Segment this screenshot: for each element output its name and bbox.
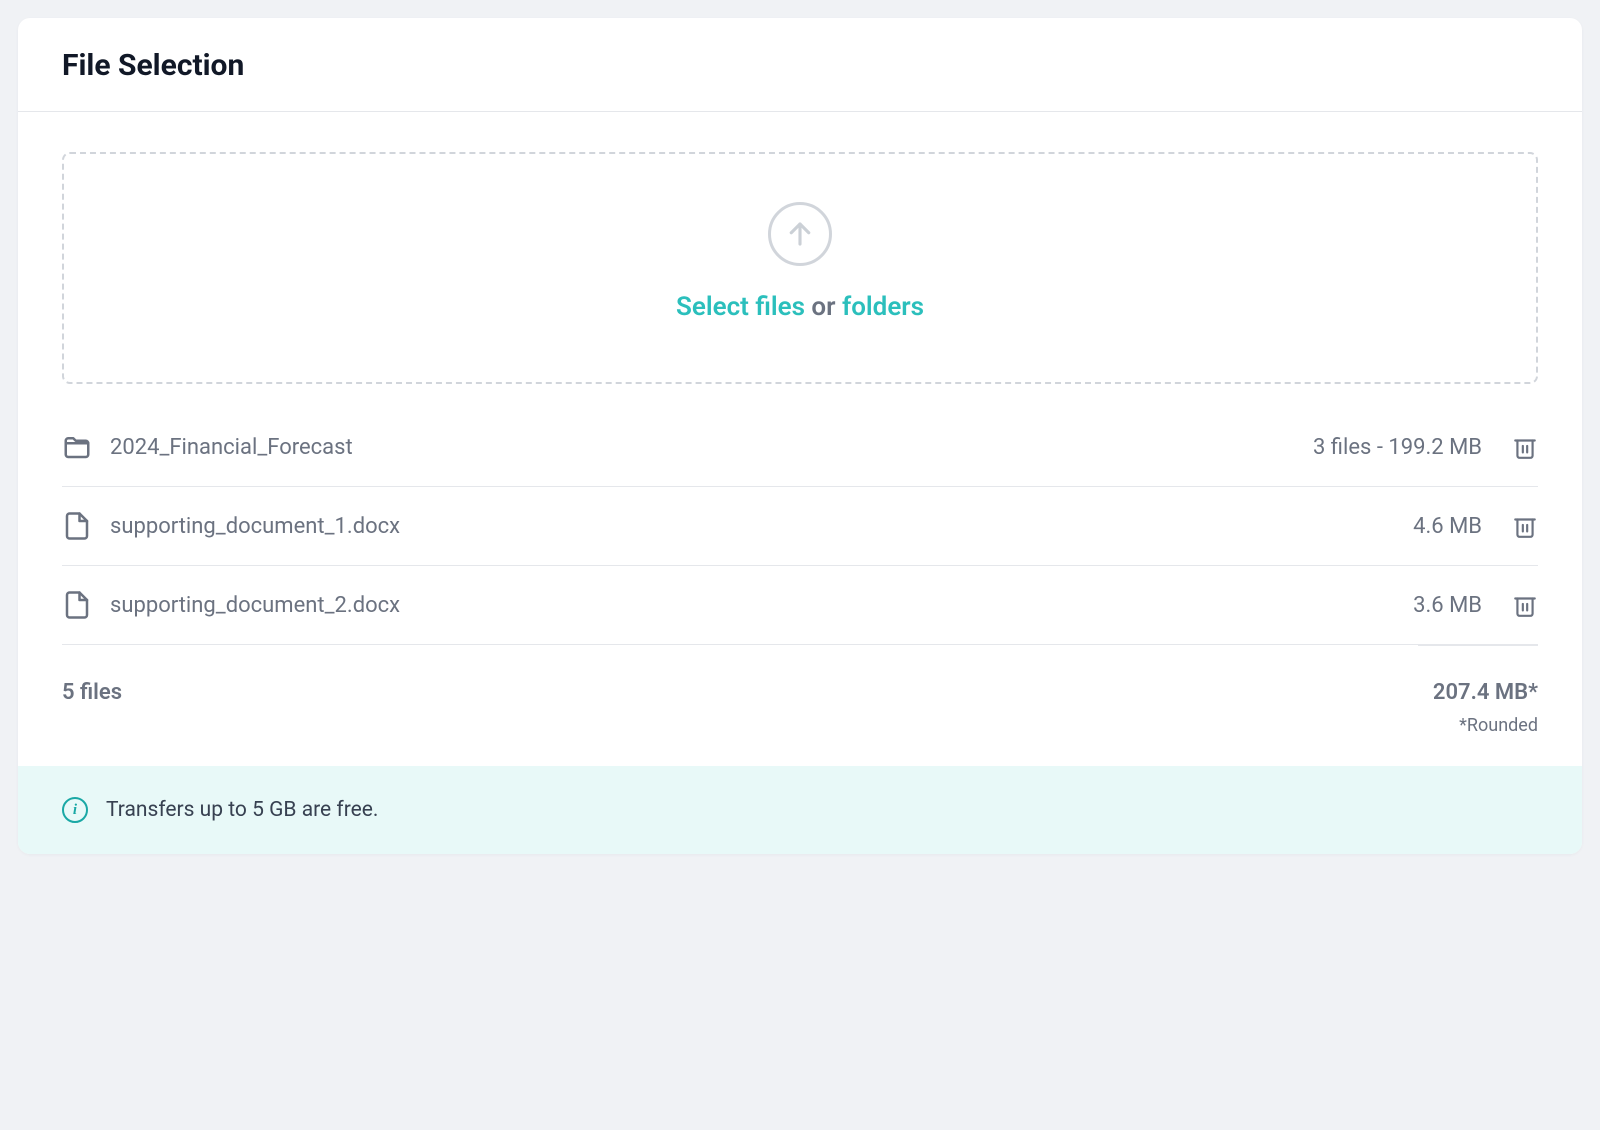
dropzone-text: Select files or folders	[676, 292, 924, 322]
trash-icon	[1512, 434, 1538, 460]
or-text: or	[805, 292, 842, 322]
file-row: 2024_Financial_Forecast 3 files - 199.2 …	[62, 408, 1538, 487]
delete-button[interactable]	[1512, 513, 1538, 539]
file-name: 2024_Financial_Forecast	[110, 435, 1313, 460]
upload-icon	[768, 202, 832, 266]
folder-icon	[62, 432, 92, 462]
info-banner: i Transfers up to 5 GB are free.	[18, 766, 1582, 854]
file-icon	[62, 511, 92, 541]
file-row: supporting_document_1.docx 4.6 MB	[62, 487, 1538, 566]
page-title: File Selection	[62, 48, 1538, 83]
summary-divider	[1418, 645, 1538, 646]
file-meta: 3 files - 199.2 MB	[1313, 435, 1482, 460]
file-name: supporting_document_2.docx	[110, 593, 1413, 618]
file-row: supporting_document_2.docx 3.6 MB	[62, 566, 1538, 645]
summary-row: 5 files 207.4 MB* *Rounded	[62, 646, 1538, 736]
file-count: 5 files	[62, 680, 122, 705]
file-meta: 4.6 MB	[1413, 514, 1482, 539]
file-name: supporting_document_1.docx	[110, 514, 1413, 539]
delete-button[interactable]	[1512, 434, 1538, 460]
trash-icon	[1512, 513, 1538, 539]
card-header: File Selection	[18, 18, 1582, 112]
file-icon	[62, 590, 92, 620]
info-text: Transfers up to 5 GB are free.	[106, 798, 378, 822]
delete-button[interactable]	[1512, 592, 1538, 618]
info-icon: i	[62, 797, 88, 823]
total-size: 207.4 MB*	[1433, 680, 1538, 705]
file-dropzone[interactable]: Select files or folders	[62, 152, 1538, 384]
file-list: 2024_Financial_Forecast 3 files - 199.2 …	[62, 408, 1538, 736]
card-body: Select files or folders 2024_Financial_F…	[18, 112, 1582, 766]
file-meta: 3.6 MB	[1413, 593, 1482, 618]
select-folders-link[interactable]: folders	[842, 292, 924, 322]
select-files-link[interactable]: Select files	[676, 292, 805, 322]
summary-right: 207.4 MB* *Rounded	[1433, 680, 1538, 736]
rounded-note: *Rounded	[1433, 715, 1538, 736]
file-selection-card: File Selection Select files or folders 2…	[18, 18, 1582, 854]
trash-icon	[1512, 592, 1538, 618]
